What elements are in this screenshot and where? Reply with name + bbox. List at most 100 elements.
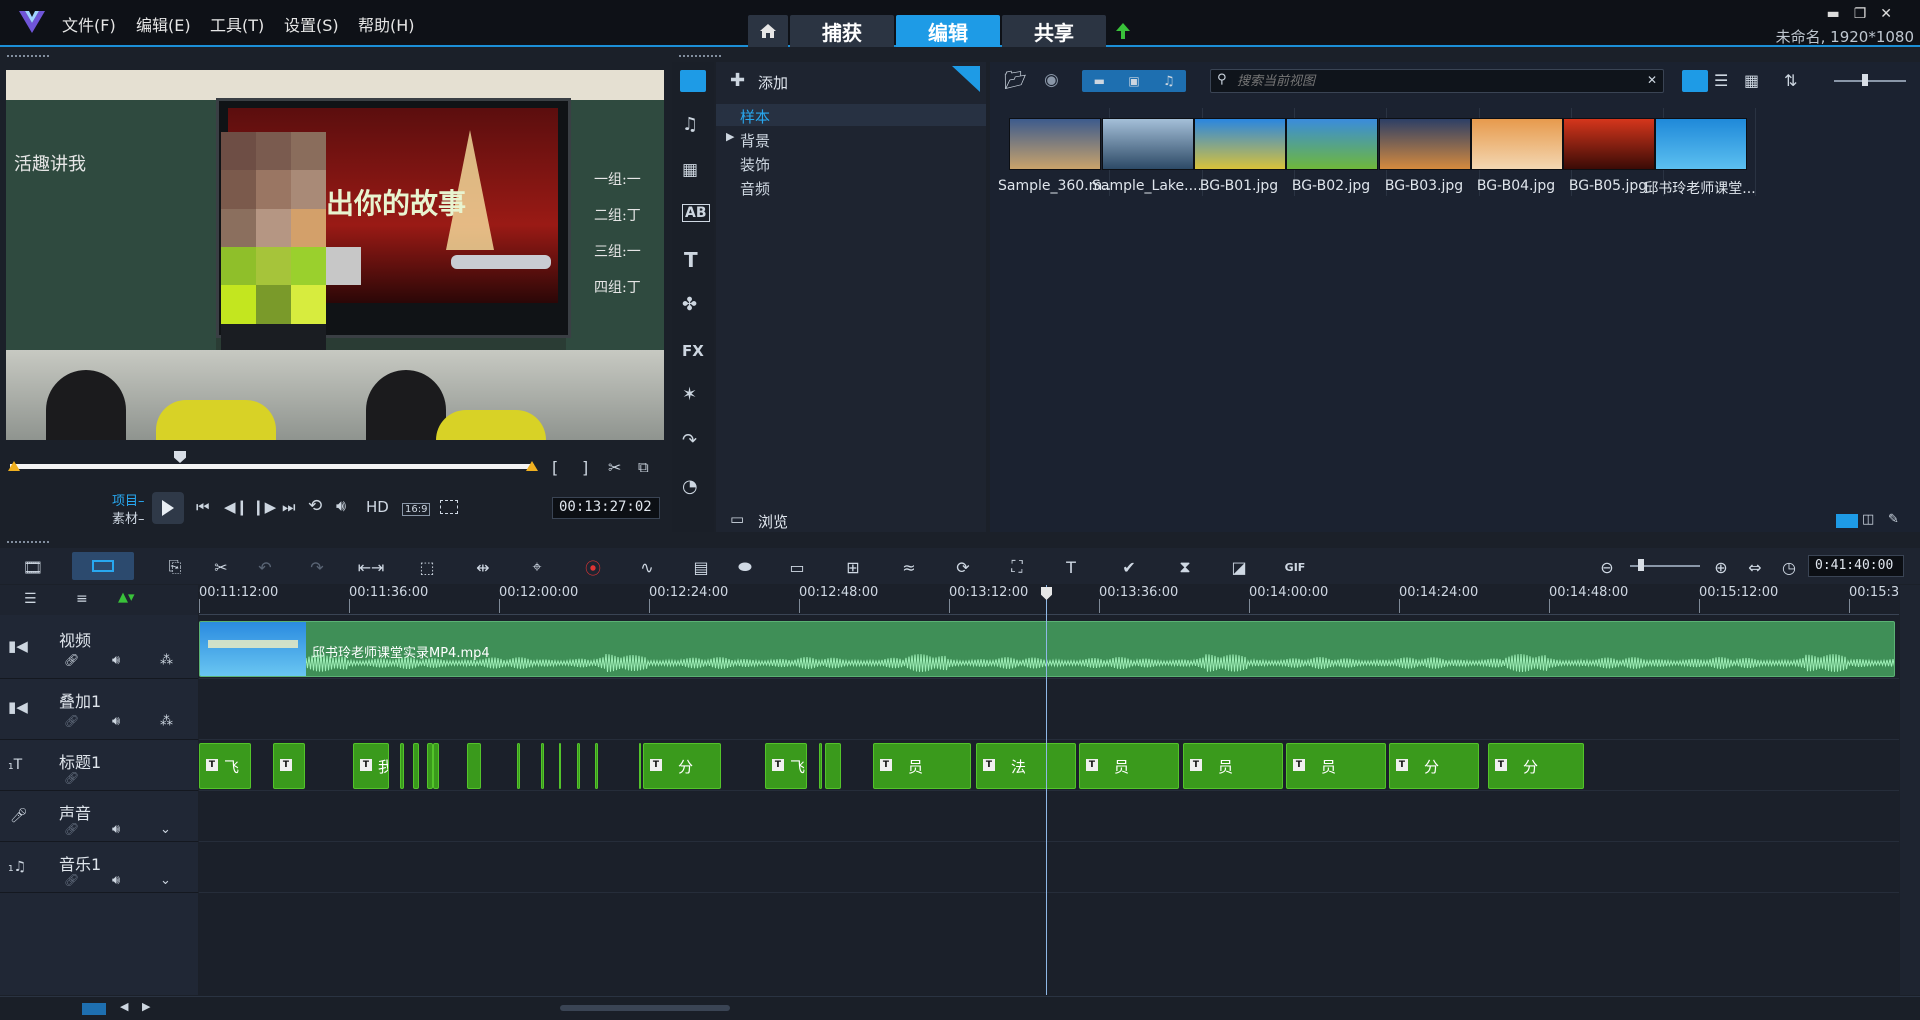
redo-icon[interactable]: ↷ <box>304 556 330 578</box>
hd-toggle[interactable]: HD <box>366 498 389 516</box>
repeat-icon[interactable]: ⟲ <box>308 496 322 516</box>
link-icon[interactable]: 🔗︎ <box>64 822 79 836</box>
transition-icon[interactable]: ▦ <box>682 160 698 180</box>
timeline-vertical-scrollbar[interactable] <box>1900 585 1920 995</box>
search-clear-icon[interactable]: ✕ <box>1647 73 1657 87</box>
filter-video-icon[interactable]: ▬ <box>1082 70 1117 92</box>
add-track-button[interactable] <box>82 1003 106 1015</box>
track-select-icon[interactable]: ⛶ <box>1004 556 1030 578</box>
chevron-down-icon[interactable]: ⌄ <box>160 873 171 888</box>
scrubber-handle[interactable] <box>174 451 186 463</box>
title-clip[interactable]: T <box>273 743 305 789</box>
graphics-icon[interactable]: ✤ <box>682 294 697 315</box>
fit-timeline-icon[interactable]: ⇔ <box>1742 556 1768 578</box>
add-track-icon[interactable]: ≡ <box>76 591 88 607</box>
ripple-edit-icon[interactable]: ▲▾ <box>118 590 135 605</box>
title-clip[interactable] <box>577 743 580 789</box>
subtitle-icon[interactable]: ▭ <box>784 556 810 578</box>
title-clip[interactable] <box>433 743 439 789</box>
title-clip[interactable] <box>595 743 598 789</box>
paste-icon[interactable]: ⎘ <box>162 556 188 578</box>
title-clip[interactable] <box>400 743 404 789</box>
play-button[interactable] <box>152 492 184 524</box>
expand-icon[interactable]: ⌖ <box>524 556 550 578</box>
tree-expand-icon[interactable]: ▶ <box>726 130 734 143</box>
trim-marker-start[interactable] <box>8 461 20 471</box>
filter-photo-icon[interactable]: ▣ <box>1117 70 1152 92</box>
title-clip[interactable] <box>541 743 544 789</box>
rotate-icon[interactable]: ⟳ <box>950 556 976 578</box>
link-icon[interactable]: 🔗︎ <box>64 714 79 728</box>
link-icon[interactable]: 🔗︎ <box>64 873 79 887</box>
record-icon[interactable]: ⦿ <box>580 556 606 578</box>
trim-icon[interactable]: ⬚ <box>414 556 440 578</box>
view-grid-icon[interactable]: ▦ <box>1744 71 1759 90</box>
grid-icon[interactable]: ⁂ <box>160 653 173 668</box>
preview-timecode[interactable]: 00:13:27:02 <box>552 497 660 519</box>
title-3d-icon[interactable]: T <box>1058 556 1084 578</box>
upload-button[interactable] <box>1108 15 1138 47</box>
minimize-icon[interactable]: ▬ <box>1826 6 1853 22</box>
sort-icon[interactable]: ⇅ <box>1784 71 1797 90</box>
panel-grip[interactable] <box>678 54 722 58</box>
add-icon[interactable]: ✚ <box>730 70 745 91</box>
library-split-icon[interactable]: ◫ <box>1862 512 1874 527</box>
filter-audio-icon[interactable]: ♫ <box>1151 70 1186 92</box>
title-clip[interactable]: T员 <box>1079 743 1179 789</box>
preview-window[interactable]: 活趣讲我 一组:一 二组:丁 三组:一 四组:丁 出你的故事 <box>6 70 664 440</box>
mute-icon[interactable]: 🔊︎ <box>112 822 120 837</box>
view-list-icon[interactable]: ☰ <box>1714 71 1728 90</box>
close-icon[interactable]: ✕ <box>1880 6 1906 22</box>
timeline-view-button[interactable] <box>72 552 134 580</box>
title-clip[interactable]: T法 <box>976 743 1076 789</box>
motion-icon[interactable]: ≈ <box>896 556 922 578</box>
title-clip[interactable]: T分 <box>643 743 721 789</box>
restore-icon[interactable]: ❐ <box>1854 6 1881 22</box>
scroll-right-icon[interactable]: ▶ <box>142 1000 150 1013</box>
storyboard-view-icon[interactable]: 🎞︎ <box>20 556 46 578</box>
menu-tools[interactable]: 工具(T) <box>210 12 264 36</box>
tree-item-audio[interactable]: 音频 <box>740 178 770 199</box>
title-clip[interactable]: T飞 <box>765 743 807 789</box>
tools-icon[interactable]: ✂ <box>208 556 234 578</box>
fx-icon[interactable]: FX <box>682 342 704 360</box>
mute-icon[interactable]: 🔊︎ <box>112 873 120 888</box>
speed-icon[interactable]: ⧗ <box>1172 556 1198 578</box>
project-duration-timecode[interactable]: 0:41:40:00 <box>1808 555 1904 577</box>
import-folder-icon[interactable]: 📂︎ <box>1004 70 1027 91</box>
tree-item-decorations[interactable]: 装饰 <box>740 154 770 175</box>
title-clip[interactable]: T飞 <box>199 743 251 789</box>
zoom-out-icon[interactable]: ⊖ <box>1594 556 1620 578</box>
title-clip[interactable]: T分 <box>1488 743 1584 789</box>
library-edit-icon[interactable]: ✎ <box>1888 512 1899 527</box>
step-back-icon[interactable]: ◀❙ <box>224 498 248 516</box>
link-icon[interactable]: 🔗︎ <box>64 771 79 785</box>
fit-project-icon[interactable]: ⇤⇥ <box>358 556 385 578</box>
title-clip[interactable]: T员 <box>873 743 971 789</box>
video-clip[interactable]: 邱书玲老师课堂实录MP4.mp4 <box>199 621 1895 677</box>
link-icon[interactable]: 🔗︎ <box>64 653 79 667</box>
title-clip[interactable]: T员 <box>1286 743 1386 789</box>
mute-icon[interactable]: 🔊︎ <box>112 653 120 668</box>
skip-end-icon[interactable]: ⏭ <box>282 498 296 516</box>
title-clip[interactable] <box>413 743 419 789</box>
scrubber-track[interactable] <box>10 464 534 469</box>
view-thumbnail-icon[interactable] <box>1682 70 1708 92</box>
instant-project-icon[interactable]: ♫ <box>682 114 698 135</box>
title-clip[interactable] <box>559 743 561 789</box>
mask-icon[interactable]: ⬬ <box>732 556 758 578</box>
mode-project[interactable]: 项目– <box>112 490 145 509</box>
thumbnail-size-handle[interactable] <box>1862 74 1868 86</box>
magic-wand-icon[interactable]: ✶ <box>682 384 697 405</box>
mute-icon[interactable]: 🔊︎ <box>112 714 120 729</box>
skip-start-icon[interactable]: ⏮ <box>196 498 210 516</box>
title-clip[interactable] <box>639 743 641 789</box>
path-icon[interactable]: ↷ <box>682 430 697 451</box>
scroll-left-icon[interactable]: ◀ <box>120 1000 128 1013</box>
tree-item-samples[interactable]: 样本 <box>740 106 770 127</box>
timeline-area[interactable]: 00:11:12:00 00:11:36:00 00:12:00:00 00:12:2… <box>199 585 1899 995</box>
track-overlay[interactable]: ▮◀ 叠加1 🔗︎ 🔊︎ ⁂ <box>0 680 198 740</box>
thumbnail-size-slider[interactable] <box>1834 80 1906 82</box>
track-music[interactable]: ₁♫ 音乐1 🔗︎ 🔊︎ ⌄ <box>0 843 198 893</box>
title-clip[interactable]: T分 <box>1389 743 1479 789</box>
